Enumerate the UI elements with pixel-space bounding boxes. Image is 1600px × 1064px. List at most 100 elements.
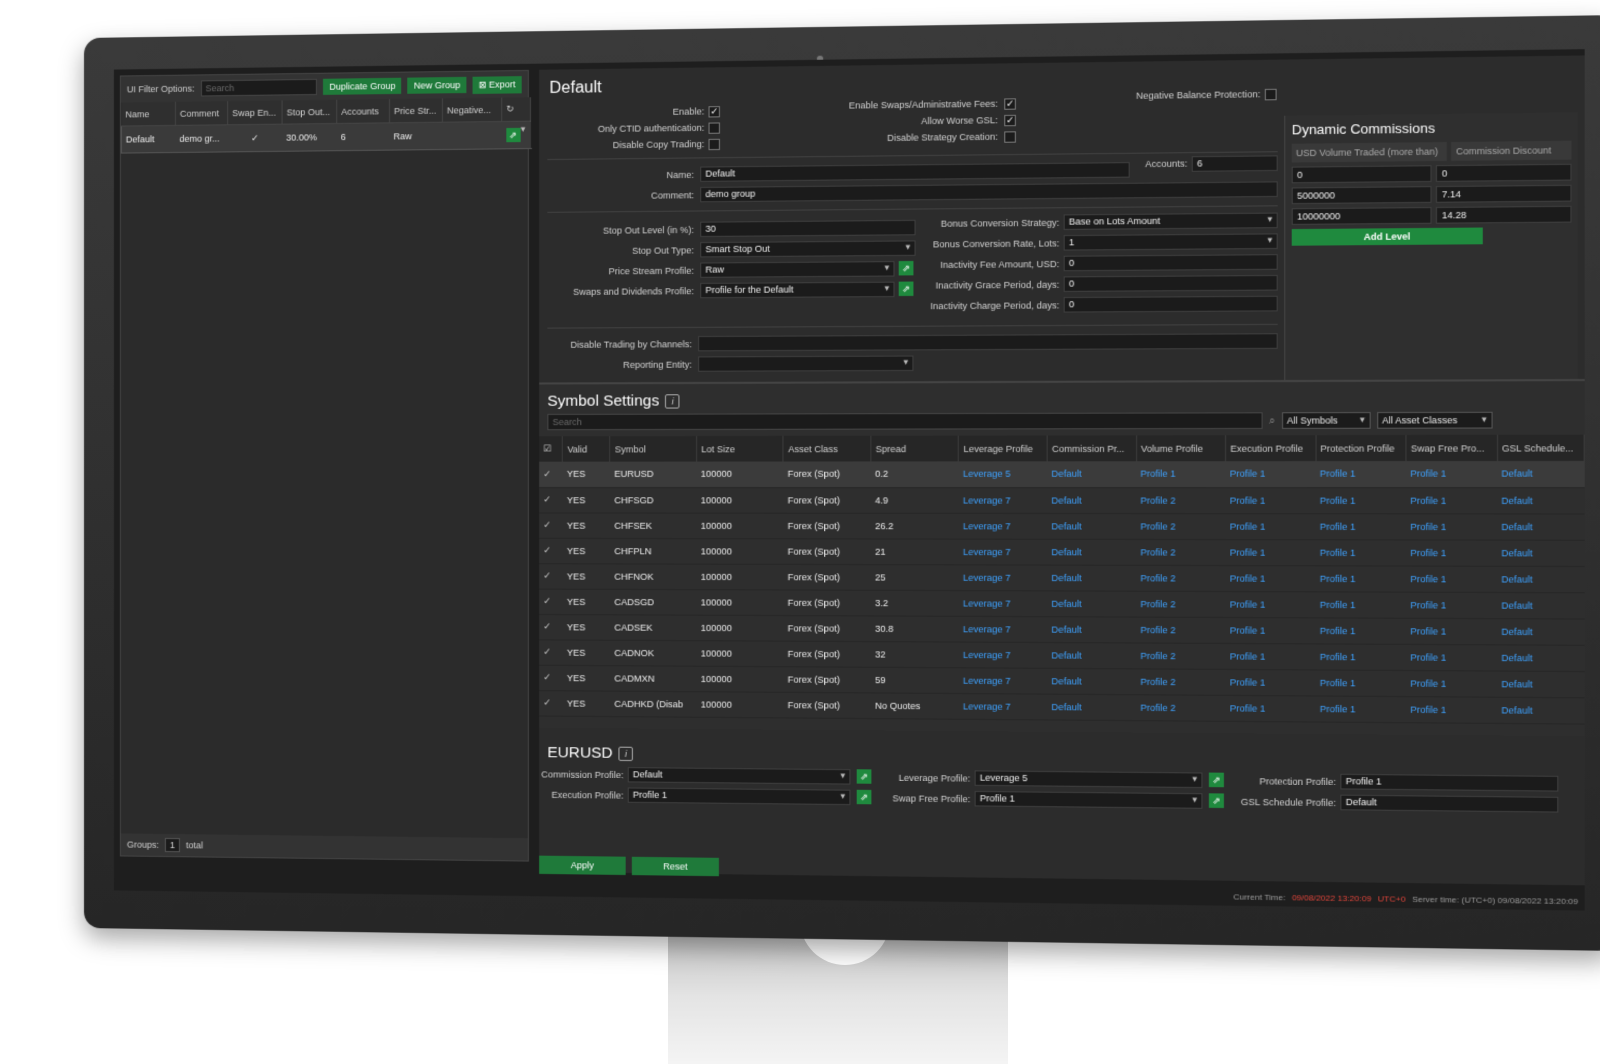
table-cell[interactable]: Profile 1 bbox=[1316, 487, 1407, 513]
table-cell[interactable]: Profile 1 bbox=[1226, 591, 1316, 617]
table-cell[interactable]: Profile 2 bbox=[1136, 668, 1225, 694]
stop-out-type-select[interactable]: Smart Stop Out bbox=[700, 240, 915, 257]
table-cell[interactable]: Default bbox=[1047, 694, 1136, 720]
col-lot-size[interactable]: Lot Size bbox=[696, 436, 783, 462]
table-cell[interactable]: Profile 1 bbox=[1316, 695, 1407, 722]
open-commission-profile-icon[interactable]: ⇗ bbox=[857, 769, 872, 784]
table-cell[interactable]: Leverage 7 bbox=[959, 564, 1047, 590]
col-symbol[interactable]: Symbol bbox=[610, 436, 696, 462]
table-cell[interactable]: Profile 2 bbox=[1136, 487, 1225, 513]
table-row[interactable]: ✓ YES CHFNOK 100000 Forex (Spot) 25 Leverage 7… bbox=[539, 563, 1584, 592]
table-cell[interactable]: Profile 2 bbox=[1136, 617, 1225, 643]
col-commission-profile[interactable]: Commission Pr... bbox=[1047, 435, 1136, 461]
gsl-schedule-select[interactable]: Default bbox=[1340, 795, 1558, 813]
col-volume-profile[interactable]: Volume Profile bbox=[1136, 435, 1225, 461]
open-swaps-profile-icon[interactable]: ⇗ bbox=[899, 282, 914, 296]
allow-worse-gsl-checkbox[interactable]: ✓ bbox=[1004, 115, 1016, 126]
col-gsl-schedule[interactable]: GSL Schedule... bbox=[1497, 435, 1584, 461]
table-cell[interactable]: Leverage 7 bbox=[959, 693, 1047, 719]
table-cell[interactable]: Profile 2 bbox=[1136, 642, 1225, 668]
select-all-checkbox[interactable]: ☑ bbox=[539, 436, 563, 461]
symbols-filter-select[interactable]: All Symbols bbox=[1282, 412, 1371, 429]
disable-strategy-checkbox[interactable] bbox=[1004, 131, 1016, 142]
table-row[interactable]: ✓ YES CHFPLN 100000 Forex (Spot) 21 Leverage 7… bbox=[539, 538, 1584, 566]
table-cell[interactable]: Profile 2 bbox=[1136, 694, 1225, 721]
table-cell[interactable]: Default bbox=[1047, 642, 1136, 668]
col-price-stream[interactable]: Price Str... bbox=[389, 98, 442, 122]
table-cell[interactable]: Profile 1 bbox=[1316, 539, 1407, 565]
discount-input[interactable]: 14.28 bbox=[1436, 206, 1571, 224]
table-cell[interactable]: Default bbox=[1047, 565, 1136, 591]
col-name[interactable]: Name bbox=[121, 102, 175, 126]
row-checkbox[interactable]: ✓ bbox=[539, 512, 563, 537]
row-checkbox[interactable]: ✓ bbox=[539, 690, 563, 716]
protection-profile-select[interactable]: Profile 1 bbox=[1340, 774, 1558, 792]
swaps-dividends-select[interactable]: Profile for the Default bbox=[700, 282, 894, 299]
open-price-stream-icon[interactable]: ⇗ bbox=[899, 261, 914, 275]
table-row[interactable]: Default demo gr... ✓ 30.00% 6 Raw ⇗ bbox=[121, 121, 530, 153]
row-checkbox[interactable]: ✓ bbox=[539, 462, 563, 487]
table-cell[interactable]: Profile 1 bbox=[1316, 643, 1407, 670]
row-checkbox[interactable]: ✓ bbox=[539, 487, 563, 512]
row-checkbox[interactable]: ✓ bbox=[539, 665, 563, 691]
table-cell[interactable]: Profile 1 bbox=[1136, 461, 1225, 487]
table-cell[interactable]: Leverage 7 bbox=[959, 539, 1047, 565]
discount-input[interactable]: 7.14 bbox=[1436, 185, 1571, 203]
table-cell[interactable]: Default bbox=[1497, 618, 1584, 645]
table-cell[interactable]: Leverage 7 bbox=[959, 513, 1047, 539]
comment-field[interactable]: demo group bbox=[700, 181, 1278, 202]
row-checkbox[interactable]: ✓ bbox=[539, 614, 563, 640]
execution-profile-select[interactable]: Profile 1 bbox=[628, 787, 851, 805]
col-execution-profile[interactable]: Execution Profile bbox=[1226, 435, 1316, 461]
open-leverage-profile-icon[interactable]: ⇗ bbox=[1209, 773, 1224, 788]
table-cell[interactable]: Default bbox=[1047, 513, 1136, 539]
table-cell[interactable]: Profile 1 bbox=[1406, 461, 1497, 487]
table-cell[interactable]: Default bbox=[1047, 487, 1136, 513]
disable-channels-field[interactable] bbox=[698, 333, 1278, 351]
bonus-rate-select[interactable]: 1 bbox=[1064, 233, 1278, 250]
col-negative[interactable]: Negative... bbox=[442, 98, 501, 123]
enable-checkbox[interactable]: ✓ bbox=[709, 106, 720, 117]
col-leverage-profile[interactable]: Leverage Profile bbox=[959, 436, 1047, 462]
table-cell[interactable]: Profile 1 bbox=[1406, 592, 1497, 619]
table-cell[interactable]: Profile 1 bbox=[1406, 618, 1497, 645]
stop-out-level-field[interactable]: 30 bbox=[700, 220, 915, 237]
table-cell[interactable]: Leverage 7 bbox=[959, 487, 1047, 513]
table-cell[interactable]: Profile 1 bbox=[1226, 461, 1316, 487]
table-cell[interactable]: Default bbox=[1047, 616, 1136, 642]
table-cell[interactable]: Profile 1 bbox=[1316, 461, 1407, 487]
table-cell[interactable]: Default bbox=[1497, 644, 1584, 671]
open-external-icon[interactable]: ⇗ bbox=[506, 128, 520, 142]
table-cell[interactable]: Profile 1 bbox=[1226, 565, 1316, 591]
name-field[interactable]: Default bbox=[700, 162, 1129, 182]
open-swap-free-profile-icon[interactable]: ⇗ bbox=[1209, 793, 1224, 808]
table-cell[interactable]: Profile 1 bbox=[1406, 696, 1497, 723]
volume-input[interactable]: 5000000 bbox=[1292, 186, 1432, 204]
table-cell[interactable]: Default bbox=[1047, 461, 1136, 487]
disable-copy-checkbox[interactable] bbox=[709, 139, 720, 150]
table-cell[interactable]: Profile 1 bbox=[1406, 566, 1497, 592]
table-cell[interactable]: Profile 1 bbox=[1406, 539, 1497, 565]
volume-input[interactable]: 0 bbox=[1292, 165, 1432, 183]
row-checkbox[interactable]: ✓ bbox=[539, 538, 563, 563]
only-ctid-checkbox[interactable] bbox=[709, 122, 720, 133]
open-execution-profile-icon[interactable]: ⇗ bbox=[857, 790, 872, 805]
table-row[interactable]: ✓ YES CHFSEK 100000 Forex (Spot) 26.2 Leverage… bbox=[539, 512, 1584, 539]
table-cell[interactable]: Profile 1 bbox=[1406, 487, 1497, 513]
table-cell[interactable]: Profile 1 bbox=[1226, 539, 1316, 565]
table-cell[interactable]: Profile 2 bbox=[1136, 539, 1225, 565]
info-icon[interactable]: i bbox=[619, 746, 633, 760]
apply-button[interactable]: Apply bbox=[539, 856, 626, 875]
group-search-input[interactable]: Search bbox=[201, 79, 318, 97]
inactivity-charge-field[interactable]: 0 bbox=[1064, 296, 1278, 313]
table-cell[interactable]: Default bbox=[1047, 668, 1136, 694]
refresh-icon[interactable]: ↻ bbox=[502, 97, 531, 121]
table-cell[interactable]: Profile 1 bbox=[1406, 644, 1497, 671]
table-cell[interactable]: Default bbox=[1497, 461, 1584, 487]
table-cell[interactable]: Profile 2 bbox=[1136, 591, 1225, 617]
asset-class-filter-select[interactable]: All Asset Classes bbox=[1377, 412, 1492, 429]
col-asset-class[interactable]: Asset Class bbox=[783, 436, 870, 462]
row-checkbox[interactable]: ✓ bbox=[539, 563, 563, 588]
table-cell[interactable]: Profile 1 bbox=[1406, 670, 1497, 697]
table-cell[interactable]: Profile 1 bbox=[1316, 513, 1407, 539]
